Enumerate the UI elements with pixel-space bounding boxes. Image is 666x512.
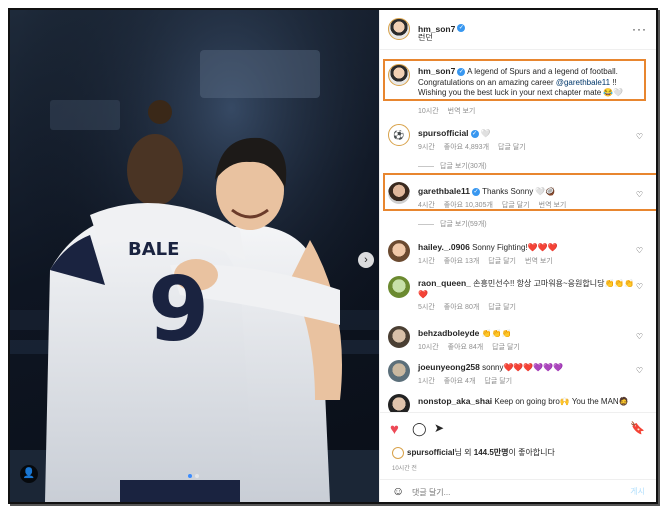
reply-button[interactable]: 답글 달기	[492, 344, 520, 351]
comment-likes[interactable]: 좋아요 4,893개	[444, 144, 489, 151]
post-detail-panel: hm_son7 ✓ 런던 ··· hm_son7 ✓ A legend of Spu…	[379, 10, 656, 502]
verified-icon: ✓	[470, 129, 479, 138]
jersey-number: 9	[148, 258, 209, 361]
comment-input[interactable]	[412, 484, 602, 500]
add-comment-bar: ☺ 게시	[380, 479, 656, 502]
commenter-username[interactable]: behzadboleyde	[418, 328, 479, 338]
comment-likes[interactable]: 좋아요 4개	[444, 378, 476, 385]
liked-by-suffix: 이 좋아합니다	[508, 448, 555, 458]
comment-item: raon_queen_ 손흥민선수!! 항상 고마워용~응원합니당👏👏👏 ❤️ …	[380, 272, 656, 314]
post-header: hm_son7 ✓ 런던 ···	[380, 10, 656, 50]
commenter-avatar[interactable]	[388, 240, 410, 262]
comment-body: sonny❤️❤️❤️💜💜💜	[482, 363, 564, 372]
bookmark-icon[interactable]: 🔖	[630, 421, 645, 435]
comment-item: nonstop_aka_shai Keep on going bro🙌 You …	[380, 390, 656, 412]
view-replies[interactable]: 답글 보기(59개)	[418, 219, 487, 229]
liker-avatar	[392, 447, 404, 459]
comment-body: Keep on going bro🙌 You the MAN🧔	[494, 397, 629, 406]
post-comment-button[interactable]: 게시	[630, 486, 645, 497]
reply-button[interactable]: 답글 달기	[488, 258, 516, 265]
caption-translate[interactable]: 번역 보기	[448, 108, 476, 115]
comment-text: spursofficial ✓ 🤍	[418, 128, 638, 140]
commenter-avatar[interactable]	[388, 276, 410, 298]
post-time-ago: 10시간 전	[392, 466, 417, 472]
post-actions: ♥ ◯ ➤ 🔖 spursofficial님 외 144.5만명이 좋아합니다 …	[380, 412, 656, 502]
post-location[interactable]: 런던	[418, 32, 433, 43]
comment-text: behzadboleyde 👏👏👏	[418, 328, 638, 340]
liked-by-user[interactable]: spursofficial	[407, 448, 455, 457]
comment-likes[interactable]: 좋아요 13개	[444, 258, 480, 265]
comment-item: hailey._.0906 Sonny Fighting!❤️❤️❤️ 1시간 좋…	[380, 236, 656, 268]
emoji-icon[interactable]: ☺	[392, 484, 404, 498]
likes-summary[interactable]: spursofficial님 외 144.5만명이 좋아합니다	[392, 447, 555, 459]
comment-meta: 5시간 좋아요 80개 답글 달기	[418, 302, 525, 312]
comment-body: Sonny Fighting!❤️❤️❤️	[472, 243, 558, 252]
next-photo-button[interactable]: ›	[358, 252, 374, 268]
comment-body: 🤍	[480, 129, 491, 138]
commenter-username[interactable]: spursofficial	[418, 128, 469, 138]
caption-highlight-box	[383, 59, 646, 101]
comment-time: 5시간	[418, 304, 435, 311]
commenter-username[interactable]: raon_queen_	[418, 278, 471, 288]
comment-likes[interactable]: 좋아요 80개	[444, 304, 480, 311]
share-plane-icon[interactable]: ➤	[434, 421, 444, 435]
screenshot-frame: 9 BALE › 👤 hm_son7 ✓ 런던 ··· hm_son7 ✓ A le…	[8, 8, 658, 504]
liked-by-middle: 님 외	[454, 448, 474, 458]
comment-item: ⚽ spursofficial ✓ 🤍 9시간 좋아요 4,893개 답글 달기 ♡ …	[380, 120, 656, 172]
comment-item: joeunyeong258 sonny❤️❤️❤️💜💜💜 1시간 좋아요 4개 답글…	[380, 356, 656, 388]
reply-button[interactable]: 답글 달기	[484, 378, 512, 385]
verified-icon: ✓	[457, 23, 466, 32]
comment-like-icon[interactable]: ♡	[636, 366, 643, 375]
comment-meta: 1시간 좋아요 13개 답글 달기 번역 보기	[418, 256, 562, 266]
comment-time: 1시간	[418, 378, 435, 385]
comment-meta: 10시간 좋아요 84개 답글 달기	[418, 342, 529, 352]
comment-text: nonstop_aka_shai Keep on going bro🙌 You …	[418, 396, 638, 408]
comment-like-icon[interactable]: ♡	[636, 132, 643, 141]
carousel-dot-active	[188, 474, 192, 478]
comment-like-icon[interactable]: ♡	[636, 282, 643, 291]
comment-like-icon[interactable]: ♡	[636, 246, 643, 255]
comment-meta: 1시간 좋아요 4개 답글 달기	[418, 376, 521, 386]
comment-time: 9시간	[418, 144, 435, 151]
translate-button[interactable]: 번역 보기	[525, 258, 553, 265]
commenter-username[interactable]: joeunyeong258	[418, 362, 480, 372]
commenter-username[interactable]: hailey._.0906	[418, 242, 470, 252]
like-heart-icon[interactable]: ♥	[390, 421, 399, 438]
commenter-avatar[interactable]	[388, 394, 410, 412]
reply-button[interactable]: 답글 달기	[498, 144, 526, 151]
comment-text: raon_queen_ 손흥민선수!! 항상 고마워용~응원합니당👏👏👏 ❤️	[418, 278, 638, 300]
more-options-icon[interactable]: ···	[632, 22, 647, 36]
comment-like-icon[interactable]: ♡	[636, 332, 643, 341]
comment-body: 👏👏👏	[481, 329, 512, 338]
commenter-username[interactable]: nonstop_aka_shai	[418, 396, 492, 406]
view-replies[interactable]: 답글 보기(30개)	[418, 161, 487, 171]
comment-item: behzadboleyde 👏👏👏 10시간 좋아요 84개 답글 달기 ♡	[380, 322, 656, 354]
post-photo[interactable]: 9 BALE › 👤	[10, 10, 379, 502]
user-tag-icon[interactable]: 👤	[20, 465, 38, 483]
commenter-avatar[interactable]	[388, 326, 410, 348]
reply-button[interactable]: 답글 달기	[488, 304, 516, 311]
carousel-dots	[188, 474, 199, 478]
commenter-avatar[interactable]: ⚽	[388, 124, 410, 146]
comment-time: 1시간	[418, 258, 435, 265]
comment-meta: 9시간 좋아요 4,893개 답글 달기	[418, 142, 535, 152]
comment-likes[interactable]: 좋아요 84개	[448, 344, 484, 351]
comment-time: 10시간	[418, 344, 439, 351]
comment-text: hailey._.0906 Sonny Fighting!❤️❤️❤️	[418, 242, 638, 254]
jersey-name: BALE	[128, 239, 179, 260]
comment-highlight-box	[383, 173, 656, 211]
author-avatar[interactable]	[388, 18, 410, 40]
photo-illustration: 9 BALE	[10, 10, 379, 502]
comment-bubble-icon[interactable]: ◯	[412, 421, 427, 437]
caption-time: 10시간	[418, 108, 439, 115]
comment-text: joeunyeong258 sonny❤️❤️❤️💜💜💜	[418, 362, 638, 374]
carousel-dot	[195, 474, 199, 478]
liked-count[interactable]: 144.5만명	[474, 448, 509, 457]
caption-meta: 10시간 번역 보기	[418, 106, 484, 116]
commenter-avatar[interactable]	[388, 360, 410, 382]
